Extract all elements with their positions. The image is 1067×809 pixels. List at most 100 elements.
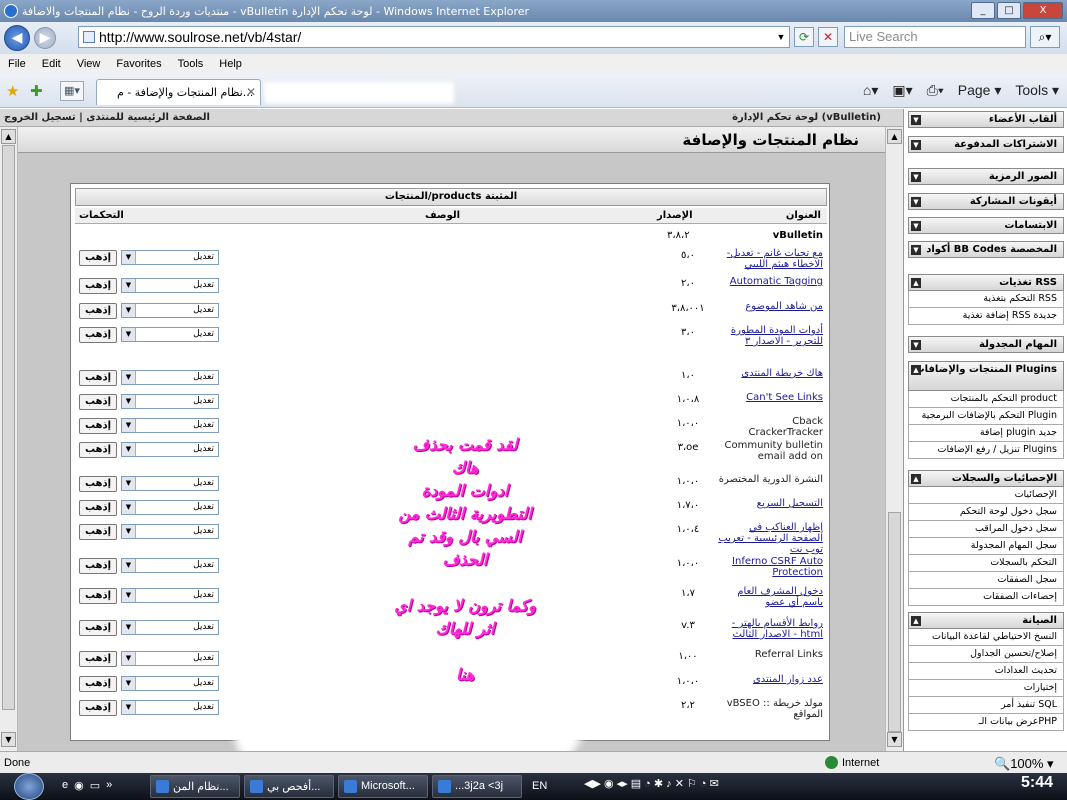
maximize-button[interactable]: □ [997, 2, 1021, 19]
minimize-button[interactable]: _ [971, 2, 995, 19]
sidebar-item[interactable]: إضافة تغذية RSS جديدة [908, 308, 1064, 325]
search-button[interactable]: ⌕▾ [1030, 26, 1060, 48]
go-button[interactable]: إذهب [79, 278, 117, 294]
expand-icon[interactable]: ▼ [911, 197, 921, 207]
scroll-up-icon[interactable]: ▲ [887, 129, 902, 144]
taskbar-item-4[interactable]: ...3j2a <3j [432, 775, 522, 798]
forward-button[interactable]: ▶ [34, 27, 56, 49]
product-title[interactable]: إظهار العناكب في الصفحة الرئيسية - تعريب… [715, 522, 823, 555]
close-button[interactable]: X [1023, 2, 1063, 19]
menu-edit[interactable]: Edit [34, 58, 69, 70]
go-button[interactable]: إذهب [79, 476, 117, 492]
stop-button[interactable]: ✕ [818, 27, 838, 47]
sidebar-group-header[interactable]: ▼ أكواد BB Codes المخصصة [908, 241, 1064, 258]
favorites-star-icon[interactable]: ★ [6, 82, 19, 100]
action-select[interactable]: ▼ تعديل [121, 394, 219, 409]
sidebar-item[interactable]: إحصاءات الصفقات [908, 589, 1064, 606]
sidebar-item[interactable]: الإحصائيات [908, 487, 1064, 504]
search-input[interactable]: Live Search [844, 26, 1026, 48]
sidebar-item[interactable]: سجل دخول المراقب [908, 521, 1064, 538]
sidebar-item[interactable]: التحكم بالمنتجات product [908, 391, 1064, 408]
expand-icon[interactable]: ▼ [911, 221, 921, 231]
go-button[interactable]: إذهب [79, 700, 117, 716]
sidebar-group-header[interactable]: ▲ المنتجات والإضافات Plugins [908, 361, 1064, 391]
menu-tools[interactable]: Tools [170, 58, 212, 70]
sidebar-item[interactable]: سجل دخول لوحة التحكم [908, 504, 1064, 521]
action-select[interactable]: ▼ تعديل [121, 303, 219, 318]
expand-icon[interactable]: ▼ [911, 245, 921, 255]
product-title[interactable]: من شاهد الموضوع [715, 301, 823, 312]
address-dropdown-icon[interactable]: ▼ [773, 27, 789, 47]
right-scrollbar[interactable]: ▲ ▼ [885, 127, 903, 751]
product-title[interactable]: دخول المشرف العام باسم أي عضو [715, 586, 823, 608]
action-select[interactable]: ▼ تعديل [121, 588, 219, 603]
refresh-button[interactable]: ⟳ [794, 27, 814, 47]
go-button[interactable]: إذهب [79, 651, 117, 667]
product-title[interactable]: -مع تحيات غانم - تعديل الاخطاء هيثم اللي… [715, 248, 823, 270]
zoom-level[interactable]: 🔍100% ▾ [994, 756, 1054, 772]
go-button[interactable]: إذهب [79, 303, 117, 319]
left-scrollbar[interactable]: ▲ ▼ [0, 127, 18, 751]
start-button[interactable] [14, 773, 44, 800]
action-select[interactable]: ▼ تعديل [121, 476, 219, 491]
page-menu[interactable]: Page ▾ [958, 82, 1002, 99]
sidebar-item[interactable]: سجل المهام المجدولة [908, 538, 1064, 555]
collapse-icon[interactable]: ▲ [911, 278, 921, 288]
sidebar-item[interactable]: تحديث العدادات [908, 663, 1064, 680]
action-select[interactable]: ▼ تعديل [121, 524, 219, 539]
action-select[interactable]: ▼ تعديل [121, 250, 219, 265]
action-select[interactable]: ▼ تعديل [121, 620, 219, 635]
collapse-icon[interactable]: ▲ [911, 365, 921, 375]
go-button[interactable]: إذهب [79, 442, 117, 458]
tab-active[interactable]: نظام المنتجات والإضافة - م... ✕ [96, 79, 261, 105]
media-icon[interactable]: ◀▶ ◉ ◂▸ ▤ ◔ ✱ ♪ ✕ ⚐ ◔ ✉ [584, 777, 719, 790]
scroll-thumb[interactable] [2, 145, 15, 710]
go-button[interactable]: إذهب [79, 524, 117, 540]
product-title[interactable]: عدد زوار المنتدى [715, 674, 823, 685]
menu-file[interactable]: File [0, 58, 34, 70]
action-select[interactable]: ▼ تعديل [121, 651, 219, 666]
language-indicator[interactable]: EN [532, 780, 547, 792]
scroll-down-icon[interactable]: ▼ [1, 732, 16, 747]
taskbar-item-3[interactable]: Microsoft... [338, 775, 428, 798]
print-icon[interactable]: ⎙▾ [927, 82, 944, 99]
action-select[interactable]: ▼ تعديل [121, 370, 219, 385]
menu-favorites[interactable]: Favorites [108, 58, 169, 70]
back-button[interactable]: ◀ [4, 25, 30, 51]
product-title[interactable]: روابط الأقسام بالهتر - الاصدار الثالث - … [715, 618, 823, 640]
add-favorite-icon[interactable]: ✚ [30, 82, 43, 100]
sidebar-item[interactable]: تنزيل / رفع الإضافات Plugins [908, 442, 1064, 459]
product-title[interactable]: Automatic Tagging [715, 276, 823, 287]
sidebar-item[interactable]: التحكم بالإضافات البرمجية Plugin [908, 408, 1064, 425]
collapse-icon[interactable]: ▲ [911, 616, 921, 626]
expand-icon[interactable]: ▼ [911, 140, 921, 150]
go-button[interactable]: إذهب [79, 370, 117, 386]
product-title[interactable]: التسجيل السريع [715, 498, 823, 509]
sidebar-group-header[interactable]: ▲ تغذيات RSS [908, 274, 1064, 291]
more-quick-icon[interactable]: » [106, 779, 112, 792]
sidebar-group-header[interactable]: ▼ ألقاب الأعضاء [908, 111, 1064, 128]
ie-quick-icon[interactable]: e [62, 779, 68, 792]
menu-help[interactable]: Help [211, 58, 250, 70]
sidebar-item[interactable]: إختيارات [908, 680, 1064, 697]
sidebar-item[interactable]: إضافة plugin جديد [908, 425, 1064, 442]
firefox-quick-icon[interactable]: ◉ [74, 779, 84, 792]
product-title[interactable]: هاك خريطة المنتدى [715, 368, 823, 379]
tab-close-icon[interactable]: ✕ [246, 85, 256, 99]
sidebar-group-header[interactable]: ▼ أيقونات المشاركة [908, 193, 1064, 210]
address-field[interactable]: http://www.soulrose.net/vb/4star/ ▼ [78, 26, 790, 48]
sidebar-group-header[interactable]: ▲ الإحصائيات والسجلات [908, 470, 1064, 487]
sidebar-item[interactable]: تنفيذ أمر SQL [908, 697, 1064, 714]
quick-tabs-icon[interactable]: ▦▾ [60, 81, 84, 101]
go-button[interactable]: إذهب [79, 418, 117, 434]
product-title[interactable]: أدوات المودة المطورة للتحرير - الاصدار ٣ [715, 325, 823, 347]
tab-new[interactable] [264, 82, 454, 104]
action-select[interactable]: ▼ تعديل [121, 327, 219, 342]
go-button[interactable]: إذهب [79, 588, 117, 604]
taskbar-item-2[interactable]: أفحص بي... [244, 775, 334, 798]
action-select[interactable]: ▼ تعديل [121, 442, 219, 457]
action-select[interactable]: ▼ تعديل [121, 676, 219, 691]
expand-icon[interactable]: ▼ [911, 340, 921, 350]
product-title[interactable]: Inferno CSRF Auto Protection [715, 556, 823, 578]
go-button[interactable]: إذهب [79, 558, 117, 574]
